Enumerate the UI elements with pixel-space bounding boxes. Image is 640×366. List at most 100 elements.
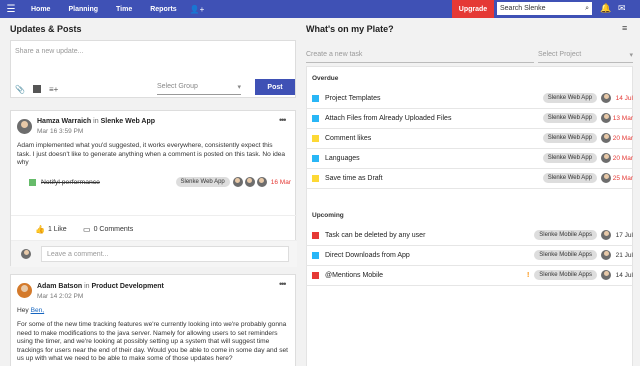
comment-count: 0 Comments	[93, 226, 134, 233]
attachment-icon[interactable]: 📎	[15, 85, 25, 94]
comment-icon: ▭	[83, 225, 91, 234]
nav-home[interactable]: Home	[22, 6, 59, 13]
linked-task-name: Notifyl performance	[41, 178, 100, 186]
avatar	[601, 153, 611, 163]
divider	[306, 188, 633, 189]
post-header: Adam Batson in Product Development	[37, 283, 164, 290]
task-row[interactable]: Comment likes Slenke Web App 20 Mar	[306, 128, 633, 148]
more-options-icon[interactable]: •••	[279, 279, 287, 289]
like-button[interactable]: 👍 1 Like	[35, 225, 67, 234]
project-chip: Slenke Mobile Apps	[534, 250, 597, 260]
post-greeting: Hey Ben,	[17, 307, 44, 316]
avatar	[601, 113, 611, 123]
avatar[interactable]	[17, 283, 32, 298]
mail-icon[interactable]: ✉	[618, 3, 626, 14]
greeting-text: Hey	[17, 307, 29, 314]
post-author[interactable]: Adam Batson	[37, 283, 82, 290]
comment-area: Leave a comment...	[11, 240, 297, 267]
avatar[interactable]	[17, 119, 32, 134]
divider	[11, 215, 297, 216]
add-list-icon[interactable]: ≡+	[49, 85, 58, 94]
task-name[interactable]: Save time as Draft	[325, 175, 543, 182]
post-button[interactable]: Post	[255, 79, 295, 95]
bell-icon[interactable]: 🔔	[600, 3, 611, 14]
post-in-text: in	[84, 283, 90, 290]
task-row[interactable]: Project Templates Slenke Web App 14 Jul	[306, 88, 633, 108]
post-header: Hamza Warraich in Slenke Web App	[37, 118, 155, 125]
project-chip: Slenke Mobile Apps	[534, 230, 597, 240]
linked-task[interactable]: Notifyl performance Slenke Web App 16 Ma…	[29, 175, 291, 189]
project-chip: Slenke Web App	[542, 113, 597, 123]
project-chip: Slenke Web App	[542, 173, 597, 183]
chevron-down-icon: ▾	[629, 52, 633, 59]
avatar	[601, 133, 611, 143]
task-name[interactable]: Task can be deleted by any user	[325, 232, 534, 239]
task-date: 20 Mar	[612, 154, 633, 162]
task-date: 16 Mar	[270, 178, 291, 186]
create-task-input[interactable]: Create a new task	[306, 51, 534, 63]
upcoming-heading: Upcoming	[312, 212, 344, 219]
task-name[interactable]: Comment likes	[325, 135, 543, 142]
search-icon[interactable]: ⌕	[585, 5, 589, 13]
project-chip: Slenke Mobile Apps	[534, 270, 597, 280]
post-project[interactable]: Product Development	[91, 283, 163, 290]
avatar	[256, 177, 267, 187]
task-row[interactable]: Save time as Draft Slenke Web App 25 Mar	[306, 168, 633, 188]
avatar	[244, 177, 255, 187]
avatar	[21, 249, 31, 259]
task-name[interactable]: Direct Downloads from App	[325, 252, 534, 259]
task-row[interactable]: Direct Downloads from App Slenke Mobile A…	[306, 245, 633, 265]
task-name[interactable]: Languages	[325, 155, 543, 162]
task-date: 13 Mar	[612, 114, 633, 122]
update-composer: Share a new update... 📎 ≡+ Select Group …	[10, 40, 296, 98]
task-name[interactable]: @Mentions Mobile	[325, 272, 527, 279]
sort-icon[interactable]: ≡	[622, 23, 627, 33]
task-row[interactable]: Attach Files from Already Uploaded Files…	[306, 108, 633, 128]
hamburger-icon[interactable]: ☰	[0, 4, 22, 15]
divider	[306, 285, 633, 286]
nav-time[interactable]: Time	[107, 6, 141, 13]
post-time: Mar 16 3:59 PM	[37, 128, 84, 135]
task-color-marker	[312, 174, 319, 182]
select-project-label: Select Project	[538, 51, 582, 58]
more-options-icon[interactable]: •••	[279, 115, 287, 125]
comment-input[interactable]: Leave a comment...	[41, 246, 289, 262]
select-group-dropdown[interactable]: Select Group ▾	[157, 81, 241, 95]
task-name[interactable]: Project Templates	[325, 95, 543, 102]
top-navigation-bar: ☰ Home Planning Time Reports 👤+ Upgrade …	[0, 0, 640, 18]
task-date: 14 Jul	[615, 271, 633, 279]
chart-icon[interactable]	[32, 85, 41, 93]
avatar	[601, 230, 611, 240]
nav-planning[interactable]: Planning	[59, 6, 107, 13]
plate-panel: What's on my Plate? ≡ Create a new task …	[300, 18, 640, 366]
post-card: Hamza Warraich in Slenke Web App Mar 16 …	[10, 110, 297, 267]
task-date: 21 Jul	[615, 251, 633, 259]
task-color-marker	[312, 251, 319, 259]
search-input[interactable]: Search Slenke ⌕	[497, 2, 592, 15]
task-color-marker	[312, 94, 319, 102]
select-project-dropdown[interactable]: Select Project ▾	[538, 51, 633, 63]
avatar	[232, 177, 243, 187]
mention-link[interactable]: Ben,	[31, 307, 45, 314]
post-author[interactable]: Hamza Warraich	[37, 118, 91, 125]
task-name[interactable]: Attach Files from Already Uploaded Files	[325, 115, 543, 122]
upgrade-button[interactable]: Upgrade	[452, 0, 494, 18]
add-user-icon[interactable]: 👤+	[190, 5, 205, 14]
priority-flag: !	[526, 271, 530, 279]
task-color-marker	[312, 271, 319, 279]
task-row[interactable]: Task can be deleted by any user Slenke Mo…	[306, 225, 633, 245]
task-date: 20 Mar	[612, 134, 633, 142]
updates-panel: Updates & Posts Share a new update... 📎 …	[6, 18, 297, 366]
updates-title: Updates & Posts	[10, 24, 82, 34]
task-row[interactable]: Languages Slenke Web App 20 Mar	[306, 148, 633, 168]
task-row[interactable]: @Mentions Mobile! Slenke Mobile Apps 14 Ju…	[306, 265, 633, 285]
search-input-value: Search Slenke	[500, 5, 546, 12]
post-project[interactable]: Slenke Web App	[101, 118, 155, 125]
task-date: 17 Jul	[615, 231, 633, 239]
task-color-marker	[312, 154, 319, 162]
nav-reports[interactable]: Reports	[141, 6, 185, 13]
comments-button[interactable]: ▭ 0 Comments	[83, 225, 133, 234]
project-chip: Slenke Web App	[175, 177, 230, 187]
like-count: 1 Like	[47, 226, 67, 233]
share-update-input[interactable]: Share a new update...	[15, 48, 84, 55]
